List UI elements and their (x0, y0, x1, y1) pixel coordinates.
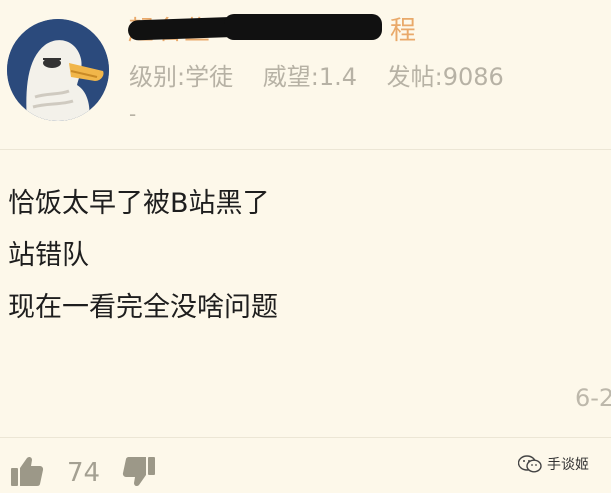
wechat-icon (518, 455, 542, 473)
thumbs-down-icon (122, 457, 155, 487)
watermark: 手谈姬 (518, 452, 589, 476)
meta-dash: - (129, 102, 137, 126)
post-date: 6-2 (575, 384, 611, 412)
user-posts: 发帖:9086 (386, 63, 504, 91)
user-level: 级别:学徒 (129, 63, 234, 91)
post-line-2: 站错队 (8, 240, 89, 271)
post-line-1: 恰饭太早了被B站黑了 (8, 188, 270, 219)
header-divider (0, 149, 611, 150)
footer-divider (0, 437, 611, 438)
user-meta: 级别:学徒 威望:1.4 发帖:9086 (129, 57, 526, 92)
dislike-button[interactable] (122, 455, 156, 489)
thumbs-up-icon (11, 456, 44, 486)
username[interactable]: 起名些程 (127, 8, 416, 46)
like-button[interactable] (10, 454, 44, 488)
like-count: 74 (67, 458, 101, 488)
post-content: 恰饭太早了被B站黑了 站错队 现在一看完全没啥问题 (8, 182, 278, 338)
goose-avatar-icon (7, 19, 109, 121)
user-prestige: 威望:1.4 (262, 63, 357, 91)
post-line-3: 现在一看完全没啥问题 (8, 292, 278, 323)
redaction-bar-2 (224, 14, 382, 40)
watermark-text: 手谈姬 (547, 457, 589, 473)
avatar[interactable] (7, 19, 109, 121)
